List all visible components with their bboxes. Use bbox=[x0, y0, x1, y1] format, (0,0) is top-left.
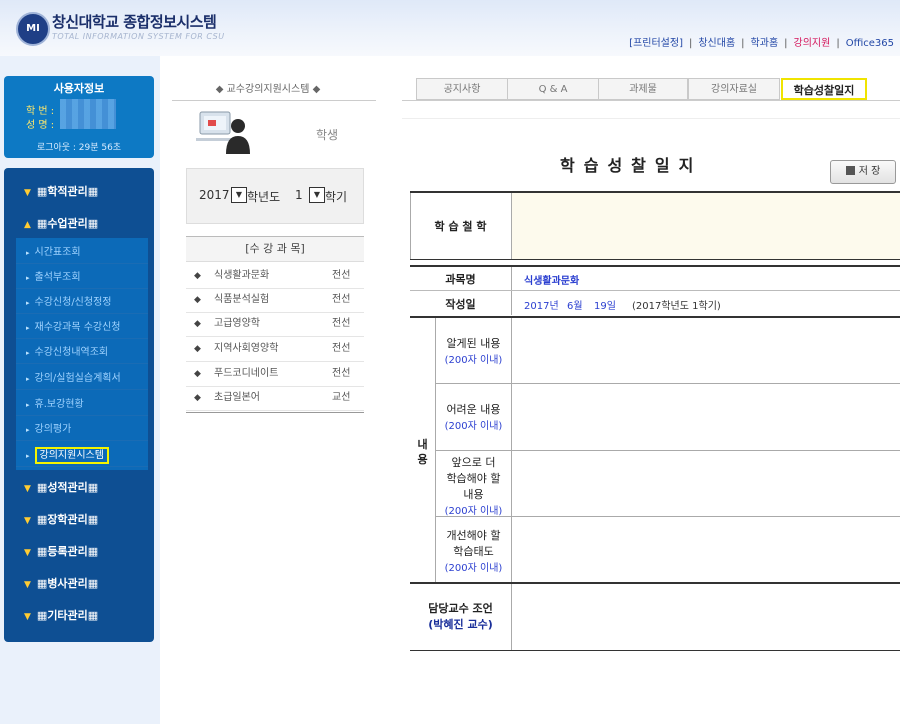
logout-timer[interactable]: 로그아웃 : 29분 56초 bbox=[4, 140, 154, 153]
redacted-user-info bbox=[60, 99, 116, 129]
support-system-title: ◆ 교수강의지원시스템 ◆ bbox=[215, 84, 321, 95]
written-day: 19일 bbox=[594, 301, 616, 312]
written-date-label: 작성일 bbox=[445, 298, 476, 311]
attitude-improvement-label: 개선해야 할 학습태도 (200자 이내) bbox=[444, 529, 503, 574]
department-home-link[interactable]: 학과홈 bbox=[751, 38, 779, 49]
table-border bbox=[511, 267, 512, 315]
changshin-home-link[interactable]: 창신대홈 bbox=[698, 38, 735, 49]
year-value: 2017 bbox=[199, 188, 230, 202]
table-border bbox=[410, 259, 900, 260]
submenu-course-registration[interactable]: ▸ 수강신청/신청정정 bbox=[16, 292, 148, 314]
menu-scholarship-management[interactable]: ▼ ▦장학관리▦ bbox=[10, 508, 148, 532]
expand-arrow-icon: ▼ bbox=[24, 612, 31, 622]
table-border bbox=[410, 265, 900, 267]
content-label-top: 내 bbox=[417, 438, 428, 451]
menu-enrollment-management[interactable]: ▼ ▦등록관리▦ bbox=[10, 540, 148, 564]
submenu-makeup-class[interactable]: ▸ 휴.보강현황 bbox=[16, 394, 148, 416]
course-row[interactable]: ◆ 초급일본어 교선 bbox=[186, 386, 364, 411]
course-row[interactable]: ◆ 지역사회영양학 전선 bbox=[186, 337, 364, 362]
submenu-timetable[interactable]: ▸ 시간표조회 bbox=[16, 242, 148, 264]
floppy-disk-icon bbox=[845, 166, 855, 175]
expand-arrow-icon: ▼ bbox=[24, 516, 31, 526]
semester-dropdown[interactable]: ▼ bbox=[309, 187, 325, 203]
professor-advice-field bbox=[512, 584, 900, 650]
save-button[interactable]: 저 장 bbox=[830, 160, 896, 184]
learning-philosophy-field[interactable] bbox=[512, 193, 900, 259]
student-name-label: 성 명 : bbox=[26, 120, 55, 131]
year-suffix: 학년도 bbox=[247, 190, 281, 204]
course-row[interactable]: ◆ 고급영양학 전선 bbox=[186, 312, 364, 337]
submenu-lecture-evaluation[interactable]: ▸ 강의평가 bbox=[16, 419, 148, 441]
user-info-box: 사용자정보 학 번 : 성 명 : 로그아웃 : 29분 56초 bbox=[4, 76, 154, 158]
collapse-arrow-icon: ▲ bbox=[24, 220, 31, 230]
user-info-title: 사용자정보 bbox=[53, 82, 105, 95]
printer-settings-link[interactable]: [프린터설정] bbox=[629, 38, 683, 49]
university-logo: MI bbox=[16, 12, 50, 46]
course-name-value: 식생활과문화 bbox=[524, 276, 580, 287]
link-separator: | bbox=[688, 38, 693, 49]
course-row[interactable]: ◆ 푸드코디네이트 전선 bbox=[186, 362, 364, 387]
menu-military-management[interactable]: ▼ ▦병사관리▦ bbox=[10, 572, 148, 596]
student-person-icon bbox=[196, 111, 250, 154]
divider bbox=[186, 412, 364, 413]
tab-notices[interactable]: 공지사항 bbox=[416, 78, 508, 100]
further-study-field[interactable] bbox=[512, 451, 900, 515]
learned-content-label: 알게된 내용 (200자 이내) bbox=[444, 337, 503, 366]
course-row[interactable]: ◆ 식생활과문화 전선 bbox=[186, 264, 364, 289]
semester-suffix: 학기 bbox=[325, 190, 348, 204]
term-selector: 2017 ▼ 학년도 1 ▼ 학기 bbox=[186, 168, 364, 224]
learning-philosophy-label: 학 습 철 학 bbox=[434, 220, 487, 233]
expand-arrow-icon: ▼ bbox=[24, 580, 31, 590]
top-links: [프린터설정] | 창신대홈 | 학과홈 | 강의지원 | Office365 bbox=[629, 34, 894, 49]
divider bbox=[172, 100, 376, 101]
further-study-label: 앞으로 더 학습해야 할 내용 (200자 이내) bbox=[444, 456, 503, 517]
expand-arrow-icon: ▼ bbox=[24, 484, 31, 494]
submenu-lecture-plan[interactable]: ▸ 강의/실험실습계획서 bbox=[16, 368, 148, 390]
table-border bbox=[410, 650, 900, 651]
tab-learning-journal[interactable]: 학습성찰일지 bbox=[781, 78, 867, 100]
difficult-content-label: 어려운 내용 (200자 이내) bbox=[444, 403, 503, 432]
written-year: 2017년 bbox=[524, 301, 559, 312]
role-label: 학생 bbox=[316, 128, 339, 142]
submenu-registration-history[interactable]: ▸ 수강신청내역조회 bbox=[16, 342, 148, 364]
attitude-improvement-field[interactable] bbox=[512, 517, 900, 581]
learned-content-field[interactable] bbox=[512, 318, 900, 382]
site-subtitle: TOTAL INFORMATION SYSTEM FOR CSU bbox=[52, 32, 225, 41]
expand-arrow-icon: ▼ bbox=[24, 188, 31, 198]
course-row[interactable]: ◆ 식품분석실험 전선 bbox=[186, 288, 364, 313]
expand-arrow-icon: ▼ bbox=[24, 548, 31, 558]
year-dropdown[interactable]: ▼ bbox=[231, 187, 247, 203]
submenu-attendance[interactable]: ▸ 출석부조회 bbox=[16, 267, 148, 289]
course-name-label: 과목명 bbox=[445, 273, 476, 286]
office365-link[interactable]: Office365 bbox=[846, 38, 894, 49]
difficult-content-field[interactable] bbox=[512, 384, 900, 449]
written-month: 6월 bbox=[567, 301, 583, 312]
submenu-retake-registration[interactable]: ▸ 재수강과목 수강신청 bbox=[16, 317, 148, 339]
row-divider bbox=[410, 290, 900, 291]
page-title: 학습성찰일지 bbox=[560, 156, 703, 175]
tab-qna[interactable]: Q & A bbox=[507, 78, 599, 100]
link-separator: | bbox=[784, 38, 788, 49]
academic-term: (2017학년도 1학기) bbox=[632, 301, 721, 312]
lecture-support-link[interactable]: 강의지원 bbox=[794, 38, 831, 49]
submenu-lecture-support-system[interactable]: ▸ 강의지원시스템 bbox=[16, 445, 148, 467]
menu-other-management[interactable]: ▼ ▦기타관리▦ bbox=[10, 604, 148, 628]
divider bbox=[402, 118, 900, 119]
menu-grade-management[interactable]: ▼ ▦성적관리▦ bbox=[10, 476, 148, 500]
link-separator: | bbox=[836, 38, 840, 49]
header: MI 창신대학교 종합정보시스템 TOTAL INFORMATION SYSTE… bbox=[0, 0, 900, 56]
tab-lecture-materials[interactable]: 강의자료실 bbox=[688, 78, 780, 100]
course-list-header: [수 강 과 목] bbox=[186, 236, 364, 262]
professor-advice-label: 담당교수 조언 (박혜진 교수) bbox=[428, 602, 493, 631]
side-menu: ▼ ▦학적관리▦ ▲ ▦수업관리▦ ▸ 시간표조회 ▸ 출석부조회 ▸ 수강신청/신청정정… bbox=[4, 168, 154, 642]
link-separator: | bbox=[741, 38, 745, 49]
tab-assignments[interactable]: 과제물 bbox=[598, 78, 688, 100]
menu-class-management[interactable]: ▲ ▦수업관리▦ bbox=[10, 212, 148, 236]
semester-value: 1 bbox=[295, 188, 303, 202]
site-title: 창신대학교 종합정보시스템 bbox=[52, 13, 217, 31]
content-label-bottom: 용 bbox=[417, 453, 428, 466]
menu-academic-records[interactable]: ▼ ▦학적관리▦ bbox=[10, 180, 148, 204]
student-number-label: 학 번 : bbox=[26, 106, 55, 117]
tab-underline bbox=[402, 100, 900, 101]
